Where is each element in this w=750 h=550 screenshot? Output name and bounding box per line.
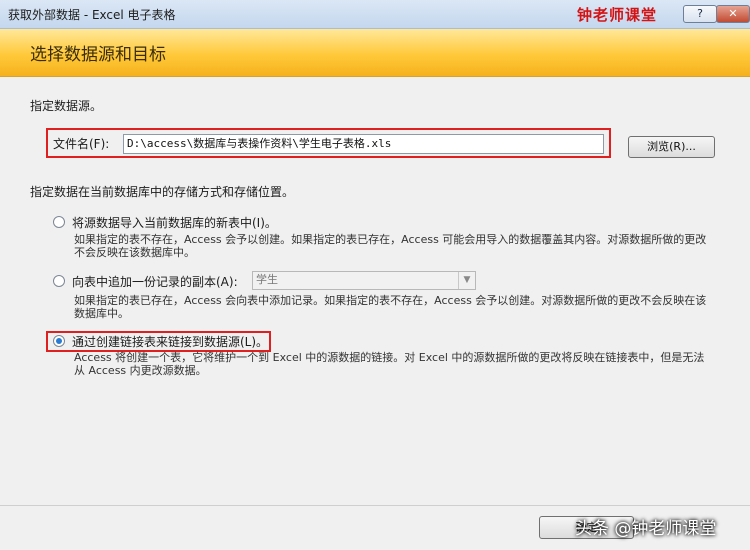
browse-button[interactable]: 浏览(R)... xyxy=(628,136,715,158)
link-option-label: 通过创建链接表来链接到数据源(L)。 xyxy=(72,335,269,349)
title-bar: 获取外部数据 - Excel 电子表格 钟老师课堂 ? ✕ xyxy=(0,0,750,29)
watermark-bottom: 头条 @钟老师课堂 xyxy=(575,519,717,539)
wizard-header: 选择数据源和目标 xyxy=(0,29,750,77)
import-option-label: 将源数据导入当前数据库的新表中(I)。 xyxy=(72,216,277,230)
help-button[interactable]: ? xyxy=(683,5,717,23)
append-table-value: 学生 xyxy=(256,273,278,286)
link-option-description: Access 将创建一个表，它将维护一个到 Excel 中的源数据的链接。对 E… xyxy=(74,351,705,377)
link-radio[interactable] xyxy=(53,335,65,347)
append-option-label: 向表中追加一份记录的副本(A): xyxy=(72,275,238,289)
import-radio[interactable] xyxy=(53,216,65,228)
append-option-description: 如果指定的表已存在，Access 会向表中添加记录。如果指定的表不存在，Acce… xyxy=(74,294,707,320)
storage-heading: 指定数据在当前数据库中的存储方式和存储位置。 xyxy=(30,185,295,199)
import-option-description: 如果指定的表不存在，Access 会予以创建。如果指定的表已存在，Access … xyxy=(74,233,707,259)
page-title: 选择数据源和目标 xyxy=(30,45,166,65)
close-button[interactable]: ✕ xyxy=(716,5,750,23)
source-heading: 指定数据源。 xyxy=(30,99,103,113)
append-radio[interactable] xyxy=(53,275,65,287)
append-table-combo[interactable]: 学生 ▼ xyxy=(252,271,476,290)
footer-divider xyxy=(0,505,750,506)
chevron-down-icon[interactable]: ▼ xyxy=(458,272,475,289)
file-name-label: 文件名(F): xyxy=(53,137,110,151)
watermark-top: 钟老师课堂 xyxy=(577,6,658,24)
window-title: 获取外部数据 - Excel 电子表格 xyxy=(8,8,176,22)
file-name-input[interactable]: D:\access\数据库与表操作资料\学生电子表格.xls xyxy=(123,134,604,154)
